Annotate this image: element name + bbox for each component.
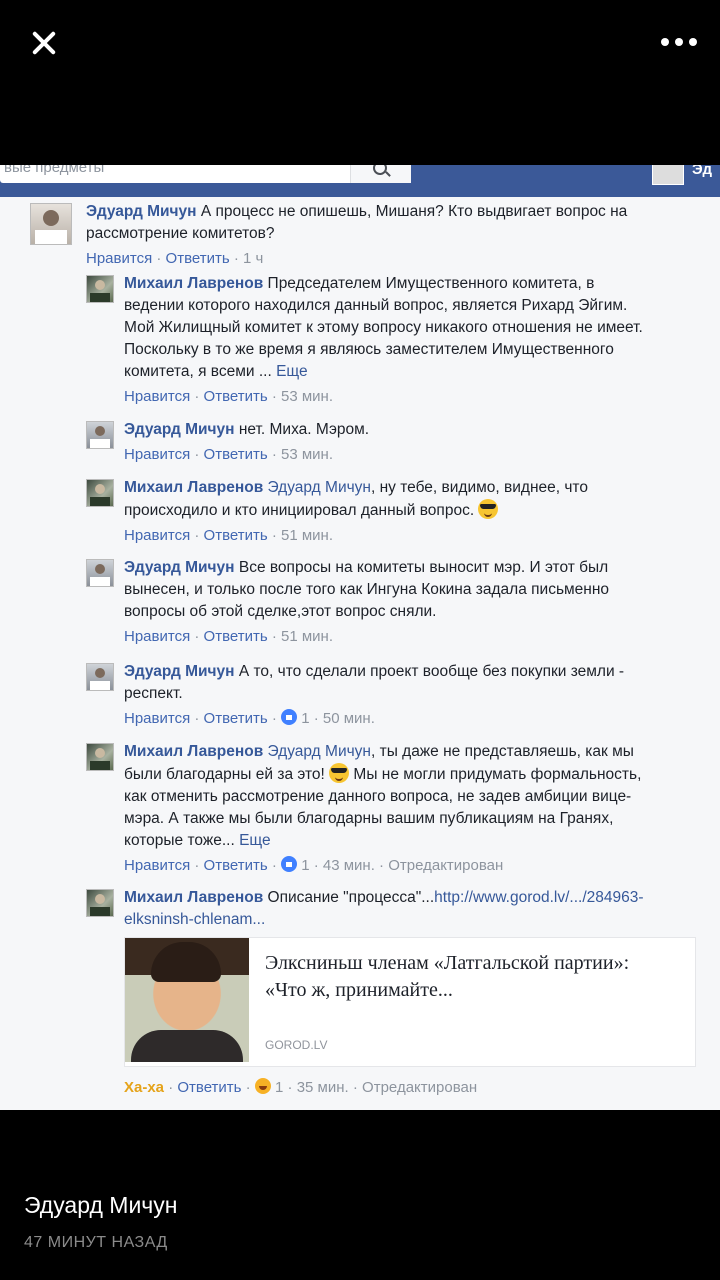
like-reaction-icon[interactable] — [281, 856, 298, 872]
comment-author[interactable]: Эдуард Мичун — [124, 663, 235, 680]
haha-button[interactable]: Ха-ха — [124, 1079, 164, 1096]
facebook-header: вые предметы Эд — [0, 165, 720, 197]
search-button[interactable] — [350, 165, 411, 183]
avatar[interactable] — [30, 203, 72, 245]
story-author[interactable]: Эдуард Мичун — [24, 1192, 178, 1219]
reply-button[interactable]: Ответить — [204, 710, 268, 727]
reply-button[interactable]: Ответить — [177, 1079, 241, 1096]
like-button[interactable]: Нравится — [124, 710, 190, 727]
comment-actions: Нравится · Ответить · 51 мин. — [124, 628, 334, 645]
more-options-icon[interactable] — [656, 28, 702, 56]
edited-label[interactable]: Отредактирован — [362, 1079, 477, 1096]
comment-time[interactable]: 35 мин. — [297, 1079, 349, 1096]
mention-link[interactable]: Эдуард Мичун — [268, 743, 371, 760]
mention-link[interactable]: Эдуард Мичун — [268, 479, 371, 496]
search-input[interactable]: вые предметы — [0, 165, 410, 183]
link-preview-title[interactable]: Элксниньш членам «Латгальской партии»: «… — [265, 950, 675, 1004]
comment-actions: Нравится · Ответить · 1 · 50 мин. — [124, 709, 375, 727]
link-preview-domain: GOROD.LV — [265, 1038, 328, 1052]
like-button[interactable]: Нравится — [124, 628, 190, 645]
comment-actions: Нравится · Ответить · 51 мин. — [124, 527, 334, 544]
reaction-count[interactable]: 1 — [301, 857, 309, 874]
link-preview-card[interactable]: Элксниньш членам «Латгальской партии»: «… — [124, 937, 696, 1067]
comment-time[interactable]: 51 мин. — [281, 527, 333, 544]
comment-author[interactable]: Эдуард Мичун — [124, 421, 235, 438]
comment-actions: Нравится · Ответить · 1 · 43 мин. · Отре… — [124, 856, 504, 874]
like-button[interactable]: Нравится — [86, 250, 152, 267]
avatar[interactable] — [86, 421, 114, 449]
story-image: вые предметы Эд Эдуард Мичун А процесс н… — [0, 165, 720, 1110]
comment-time[interactable]: 53 мин. — [281, 388, 333, 405]
comment-text: Описание "процесса"... — [267, 889, 435, 906]
comment-time[interactable]: 50 мин. — [323, 710, 375, 727]
story-time: 47 МИНУТ НАЗАД — [24, 1234, 168, 1251]
comment-author[interactable]: Эдуард Мичун — [86, 203, 197, 220]
haha-reaction-icon[interactable] — [254, 1078, 271, 1094]
comment-author[interactable]: Михаил Лавренов — [124, 889, 263, 906]
reaction-count[interactable]: 1 — [275, 1079, 283, 1096]
sunglasses-emoji-icon — [478, 499, 499, 519]
sunglasses-emoji-icon — [329, 763, 350, 783]
comment-time[interactable]: 51 мин. — [281, 628, 333, 645]
like-button[interactable]: Нравится — [124, 857, 190, 874]
reply-button[interactable]: Ответить — [166, 250, 230, 267]
comment-actions: Нравится · Ответить · 53 мин. — [124, 388, 334, 405]
like-button[interactable]: Нравится — [124, 388, 190, 405]
reply-button[interactable]: Ответить — [204, 446, 268, 463]
comment-author[interactable]: Эдуард Мичун — [124, 559, 235, 576]
comment-actions: Нравится · Ответить · 53 мин. — [124, 446, 334, 463]
comment-actions: Нравится · Ответить · 1 ч — [86, 250, 264, 267]
reaction-count[interactable]: 1 — [301, 710, 309, 727]
like-reaction-icon[interactable] — [281, 709, 298, 725]
like-button[interactable]: Нравится — [124, 446, 190, 463]
avatar[interactable] — [86, 889, 114, 917]
comment-time[interactable]: 1 ч — [243, 250, 263, 267]
comment-time[interactable]: 53 мин. — [281, 446, 333, 463]
search-icon — [373, 165, 387, 175]
header-user-name[interactable]: Эд — [692, 165, 712, 178]
comment-time[interactable]: 43 мин. — [323, 857, 375, 874]
avatar[interactable] — [86, 559, 114, 587]
avatar[interactable] — [86, 275, 114, 303]
see-more-link[interactable]: Еще — [239, 832, 271, 849]
comment-author[interactable]: Михаил Лавренов — [124, 479, 263, 496]
search-text: вые предметы — [4, 165, 105, 176]
link-preview-image — [125, 938, 249, 1062]
avatar[interactable] — [86, 479, 114, 507]
comment-author[interactable]: Михаил Лавренов — [124, 275, 263, 292]
avatar[interactable] — [86, 743, 114, 771]
comment-actions: Ха-ха · Ответить · 1 · 35 мин. · Отредак… — [124, 1078, 478, 1096]
comment-text: нет. Миха. Мэром. — [238, 421, 370, 438]
avatar[interactable] — [86, 663, 114, 691]
avatar[interactable] — [652, 165, 684, 185]
see-more-link[interactable]: Еще — [276, 363, 308, 380]
close-icon[interactable] — [22, 22, 66, 66]
reply-button[interactable]: Ответить — [204, 527, 268, 544]
reply-button[interactable]: Ответить — [204, 857, 268, 874]
like-button[interactable]: Нравится — [124, 527, 190, 544]
reply-button[interactable]: Ответить — [204, 388, 268, 405]
comment-author[interactable]: Михаил Лавренов — [124, 743, 263, 760]
reply-button[interactable]: Ответить — [204, 628, 268, 645]
edited-label[interactable]: Отредактирован — [388, 857, 503, 874]
comments-list: Эдуард Мичун А процесс не опишешь, Мишан… — [0, 197, 720, 1110]
